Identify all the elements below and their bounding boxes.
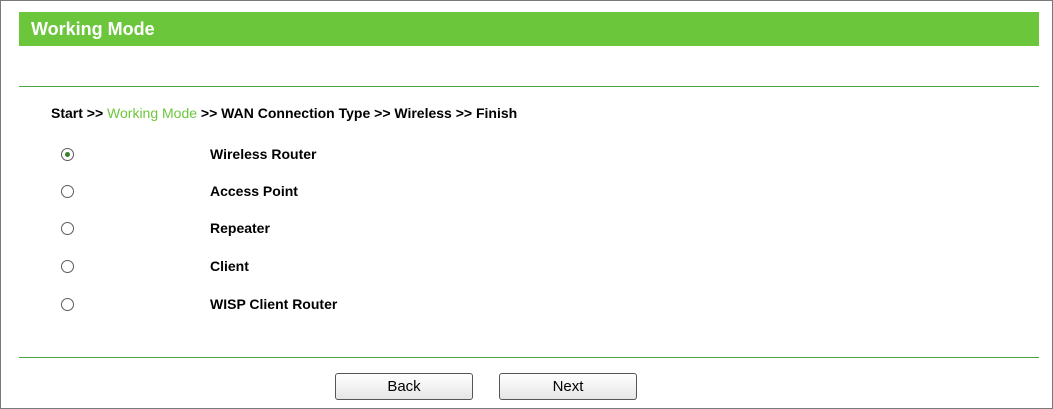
radio-access-point[interactable] bbox=[61, 185, 74, 198]
radio-wireless-router[interactable] bbox=[61, 148, 74, 161]
mode-option-wisp-client-router[interactable]: WISP Client Router bbox=[61, 295, 661, 317]
radio-selected-dot bbox=[65, 152, 70, 157]
back-button[interactable]: Back bbox=[335, 373, 473, 400]
breadcrumb-current-step: Working Mode bbox=[107, 105, 198, 121]
next-button[interactable]: Next bbox=[499, 373, 637, 400]
mode-option-client[interactable]: Client bbox=[61, 257, 661, 279]
breadcrumb-remaining-steps: >> WAN Connection Type >> Wireless >> Fi… bbox=[197, 105, 518, 121]
mode-label-repeater: Repeater bbox=[210, 220, 270, 236]
mode-label-wisp-client-router: WISP Client Router bbox=[210, 296, 338, 312]
wizard-panel: Working Mode Start >> Working Mode >> WA… bbox=[0, 0, 1053, 409]
mode-label-client: Client bbox=[210, 258, 249, 274]
top-divider bbox=[19, 86, 1039, 87]
breadcrumb: Start >> Working Mode >> WAN Connection … bbox=[51, 105, 517, 121]
mode-label-access-point: Access Point bbox=[210, 183, 298, 199]
page-title: Working Mode bbox=[19, 12, 1039, 46]
mode-option-repeater[interactable]: Repeater bbox=[61, 219, 661, 241]
radio-client[interactable] bbox=[61, 260, 74, 273]
mode-option-access-point[interactable]: Access Point bbox=[61, 182, 661, 204]
breadcrumb-start: Start >> bbox=[51, 105, 108, 121]
mode-label-wireless-router: Wireless Router bbox=[210, 146, 317, 162]
bottom-divider bbox=[19, 357, 1039, 358]
radio-wisp-client-router[interactable] bbox=[61, 298, 74, 311]
radio-repeater[interactable] bbox=[61, 222, 74, 235]
mode-option-wireless-router[interactable]: Wireless Router bbox=[61, 145, 661, 167]
